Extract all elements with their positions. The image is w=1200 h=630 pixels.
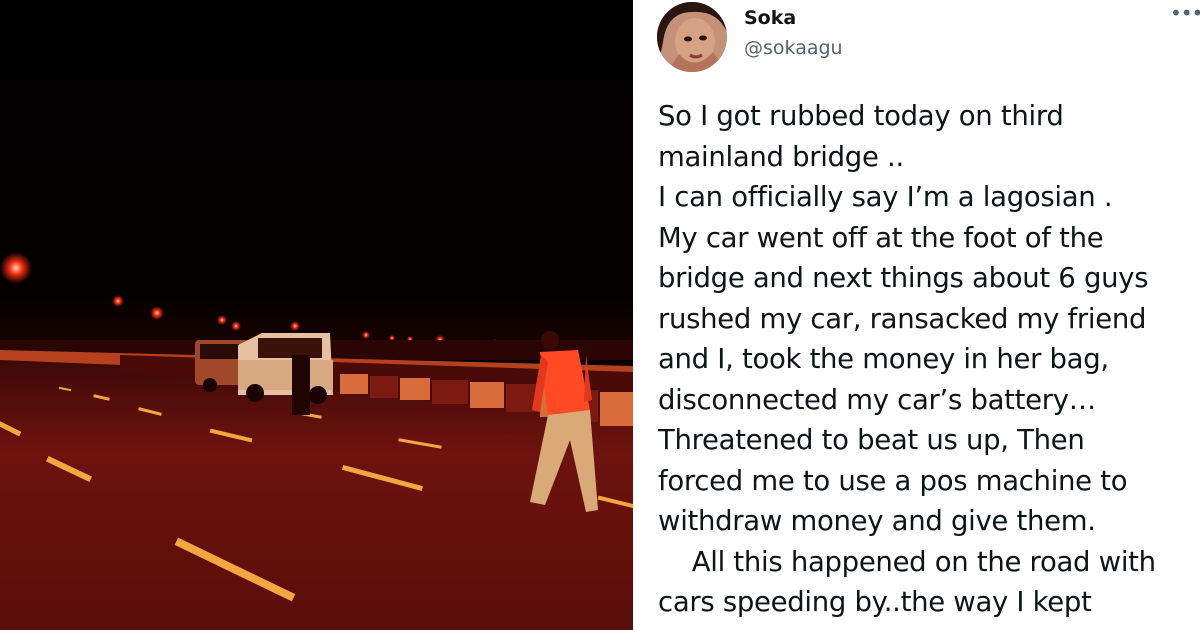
tweet-line: So I got rubbed today on third: [658, 100, 1064, 132]
tweet-line: forced me to use a pos machine to: [658, 464, 1128, 497]
night-sky: [0, 0, 633, 350]
tweet-line: All this happened on the road with: [658, 545, 1156, 578]
tweet-text: So I got rubbed today on third mainland …: [658, 96, 1200, 623]
tweet-line: My car went off at the foot of the: [658, 221, 1104, 254]
tweet-line: and I, took the money in her bag,: [658, 343, 1109, 375]
tweet-line: cars speeding by..the way I kept: [658, 586, 1092, 618]
tweet-line: withdraw money and give them.: [658, 505, 1096, 537]
tweet-line: disconnected my car’s battery…: [658, 383, 1096, 416]
tweet-line: Threatened to beat us up, Then: [658, 424, 1085, 456]
tweet-line: rushed my car, ransacked my friend: [658, 302, 1147, 335]
tweet-line: I can officially say I’m a lagosian .: [658, 181, 1113, 213]
avatar-portrait: [657, 2, 727, 72]
author-name[interactable]: Soka: [744, 7, 796, 29]
avatar[interactable]: [657, 2, 727, 72]
tweet-line: mainland bridge ..: [658, 140, 904, 173]
tweet-card: Soka @sokaagu ••• So I got rubbed today …: [633, 0, 1200, 630]
author-handle[interactable]: @sokaagu: [744, 37, 843, 59]
ellipsis-icon[interactable]: •••: [1170, 3, 1200, 26]
bridge-night-photo: [0, 0, 633, 630]
tweet-line: bridge and next things about 6 guys: [658, 262, 1149, 294]
